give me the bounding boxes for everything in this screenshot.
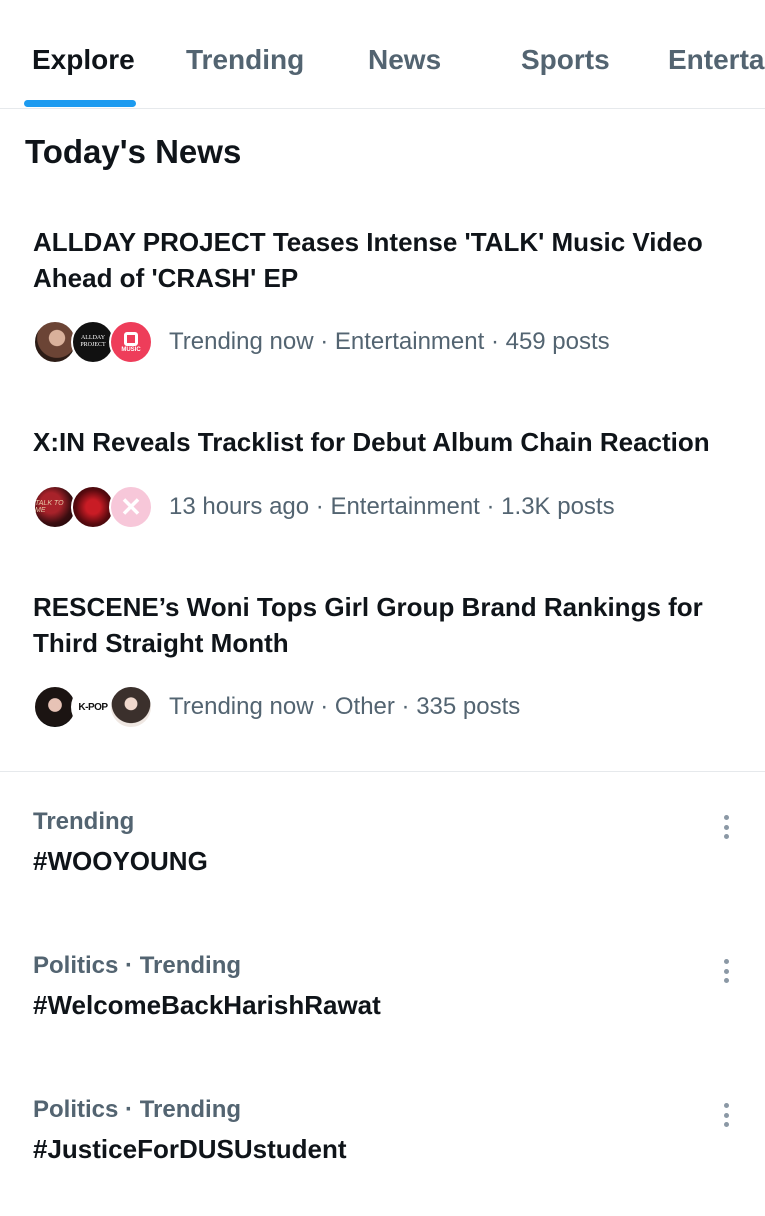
news-meta: K-POP Trending now · Other · 335 posts: [33, 684, 520, 730]
tab-bar: Explore Trending News Sports Entertai: [0, 0, 765, 109]
section-divider: [0, 771, 765, 772]
news-item[interactable]: RESCENE’s Woni Tops Girl Group Brand Ran…: [0, 589, 765, 739]
news-headline: X:IN Reveals Tracklist for Debut Album C…: [33, 427, 710, 457]
tab-sports[interactable]: Sports: [521, 44, 610, 76]
more-options-icon[interactable]: [714, 812, 738, 842]
trend-name: #JusticeForDUSUstudent: [33, 1134, 347, 1164]
avatar: [109, 685, 153, 729]
news-meta: ALLDAY PROJECT MUSIC Trending now · Ente…: [33, 319, 610, 365]
music-app-icon: MUSIC: [109, 320, 153, 364]
xin-logo-icon: ✕: [109, 485, 153, 529]
trend-name: #WelcomeBackHarishRawat: [33, 990, 381, 1020]
news-meta-text: Trending now · Other · 335 posts: [169, 693, 521, 720]
news-headline: ALLDAY PROJECT Teases Intense 'TALK' Mus…: [33, 227, 703, 293]
tab-news[interactable]: News: [368, 44, 441, 76]
trend-item[interactable]: Politics · Trending #JusticeForDUSUstude…: [0, 1096, 765, 1216]
section-title: Today's News: [25, 133, 242, 170]
tab-entertainment[interactable]: Entertai: [668, 44, 765, 76]
news-item[interactable]: ALLDAY PROJECT Teases Intense 'TALK' Mus…: [0, 224, 765, 374]
more-options-icon[interactable]: [714, 956, 738, 986]
avatar-group: TALK TO ME ✕: [33, 484, 155, 530]
news-headline: RESCENE’s Woni Tops Girl Group Brand Ran…: [33, 592, 703, 658]
active-tab-indicator: [24, 100, 136, 107]
avatar-group: ALLDAY PROJECT MUSIC: [33, 319, 155, 365]
more-options-icon[interactable]: [714, 1100, 738, 1130]
trend-context: Politics · Trending: [33, 1096, 242, 1123]
news-item[interactable]: X:IN Reveals Tracklist for Debut Album C…: [0, 424, 765, 544]
tab-explore[interactable]: Explore: [32, 44, 135, 76]
tab-trending[interactable]: Trending: [186, 44, 304, 76]
news-meta-text: 13 hours ago · Entertainment · 1.3K post…: [169, 493, 615, 520]
trend-context: Politics · Trending: [33, 952, 242, 979]
news-meta-text: Trending now · Entertainment · 459 posts: [169, 328, 610, 355]
trend-context: Trending: [33, 808, 135, 835]
trend-name: #WOOYOUNG: [33, 846, 208, 876]
avatar-group: K-POP: [33, 684, 155, 730]
trend-item[interactable]: Politics · Trending #WelcomeBackHarishRa…: [0, 952, 765, 1072]
news-meta: TALK TO ME ✕ 13 hours ago · Entertainmen…: [33, 484, 615, 530]
trend-item[interactable]: Trending #WOOYOUNG: [0, 808, 765, 928]
